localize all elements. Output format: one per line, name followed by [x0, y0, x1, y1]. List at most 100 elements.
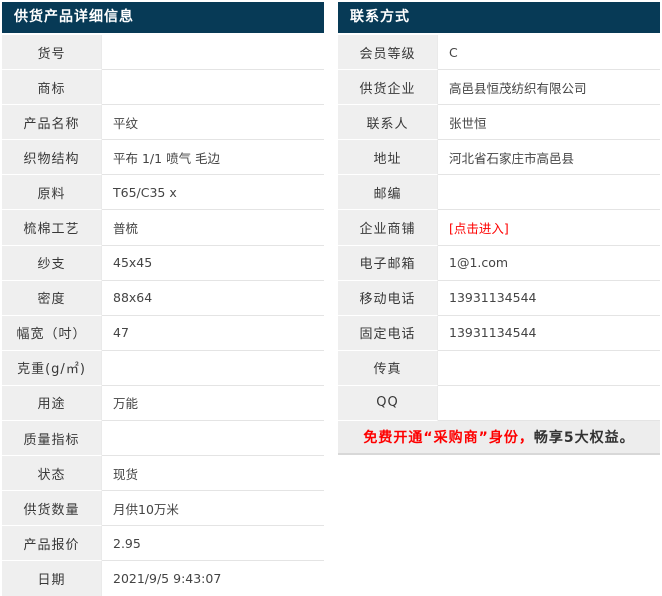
row-label: QQ	[338, 385, 438, 422]
row-value-cell	[438, 175, 660, 211]
row-label: 密度	[2, 280, 102, 316]
row-label: 供货企业	[338, 70, 438, 106]
contact-panel-title: 联系方式	[338, 2, 660, 33]
row-label: 质量指标	[2, 421, 102, 457]
table-row: 传真	[338, 350, 660, 386]
row-value-cell: 88x64	[102, 280, 324, 316]
row-value: 普梳	[113, 221, 139, 237]
row-label: 纱支	[2, 245, 102, 281]
table-row: 货号	[2, 35, 324, 71]
table-row: 梳棉工艺 普梳	[2, 210, 324, 246]
table-row: 电子邮箱 1@1.com	[338, 245, 660, 281]
table-row: 供货企业 高邑县恒茂纺织有限公司	[338, 70, 660, 106]
row-label: 地址	[338, 140, 438, 176]
row-label: 传真	[338, 350, 438, 386]
table-row: 地址 河北省石家庄市高邑县	[338, 140, 660, 176]
row-label: 原料	[2, 175, 102, 211]
table-row: 克重(g/㎡)	[2, 350, 324, 386]
row-value: 2021/9/5 9:43:07	[113, 570, 222, 586]
promo-highlight-text: 免费开通“采购商”身份，	[363, 430, 534, 447]
page: 供货产品详细信息 货号 商标 产品名称 平纹 织物结构 平布 1/1 喷气 毛边 原料 T65…	[0, 0, 662, 596]
table-row: 供货数量 月供10万米	[2, 491, 324, 527]
promo-banner[interactable]: 免费开通“采购商”身份， 畅享5大权益。	[338, 421, 660, 456]
row-value-cell	[102, 35, 324, 71]
row-value-cell	[102, 350, 324, 386]
row-label: 日期	[2, 561, 102, 596]
table-row: 幅宽（吋） 47	[2, 315, 324, 351]
row-value-cell: 平纹	[102, 105, 324, 141]
row-value-cell	[102, 421, 324, 457]
row-value-cell: C	[438, 35, 660, 71]
row-label: 产品名称	[2, 105, 102, 141]
row-value: 张世恒	[449, 115, 487, 131]
row-value: 高邑县恒茂纺织有限公司	[449, 80, 587, 96]
row-value-cell	[438, 350, 660, 386]
row-value-cell: 2.95	[102, 526, 324, 562]
row-value-cell: 河北省石家庄市高邑县	[438, 140, 660, 176]
product-panel-title: 供货产品详细信息	[2, 2, 324, 33]
row-value: 现货	[113, 466, 139, 482]
row-value-cell: 万能	[102, 385, 324, 422]
panels-container: 供货产品详细信息 货号 商标 产品名称 平纹 织物结构 平布 1/1 喷气 毛边 原料 T65…	[2, 2, 660, 596]
row-value: 1@1.com	[449, 255, 509, 271]
table-row: 织物结构 平布 1/1 喷气 毛边	[2, 140, 324, 176]
table-row: 用途 万能	[2, 385, 324, 422]
row-value-cell	[438, 385, 660, 422]
row-value: 88x64	[113, 290, 153, 306]
table-row: 企业商铺 [点击进入]	[338, 210, 660, 246]
row-label: 织物结构	[2, 140, 102, 176]
row-label: 状态	[2, 456, 102, 492]
table-row: 原料 T65/C35 x	[2, 175, 324, 211]
contact-rows: 会员等级 C 供货企业 高邑县恒茂纺织有限公司 联系人 张世恒 地址 河北省石家庄市高邑县 邮编…	[338, 35, 660, 422]
row-value: 13931134544	[449, 325, 537, 341]
row-label: 联系人	[338, 105, 438, 141]
table-row: 商标	[2, 70, 324, 106]
row-value: 平布 1/1 喷气 毛边	[113, 150, 221, 166]
row-value-cell: 47	[102, 315, 324, 351]
table-row: 固定电话 13931134544	[338, 315, 660, 351]
row-label: 企业商铺	[338, 210, 438, 246]
table-row: 状态 现货	[2, 456, 324, 492]
contact-panel: 联系方式 会员等级 C 供货企业 高邑县恒茂纺织有限公司 联系人 张世恒 地址 河北省石家庄市…	[338, 2, 660, 596]
row-value: 2.95	[113, 535, 141, 551]
row-value-cell	[102, 70, 324, 106]
product-rows: 货号 商标 产品名称 平纹 织物结构 平布 1/1 喷气 毛边 原料 T65/C35 x 梳棉工…	[2, 35, 324, 596]
row-label: 克重(g/㎡)	[2, 350, 102, 386]
table-row: 日期 2021/9/5 9:43:07	[2, 561, 324, 596]
row-value: C	[449, 44, 458, 60]
row-value: T65/C35 x	[113, 184, 177, 200]
row-value: 45x45	[113, 255, 153, 271]
row-label: 用途	[2, 385, 102, 422]
shop-enter-link[interactable]: [点击进入]	[449, 218, 509, 237]
row-value-cell: 高邑县恒茂纺织有限公司	[438, 70, 660, 106]
row-value: 万能	[113, 396, 139, 412]
row-label: 邮编	[338, 175, 438, 211]
row-label: 电子邮箱	[338, 245, 438, 281]
table-row: QQ	[338, 385, 660, 422]
row-value-cell: 2021/9/5 9:43:07	[102, 561, 324, 596]
product-detail-panel: 供货产品详细信息 货号 商标 产品名称 平纹 织物结构 平布 1/1 喷气 毛边 原料 T65…	[2, 2, 324, 596]
row-value-cell: 45x45	[102, 245, 324, 281]
row-label: 固定电话	[338, 315, 438, 351]
row-value: 河北省石家庄市高邑县	[449, 150, 575, 166]
row-value-cell: 张世恒	[438, 105, 660, 141]
row-value: 13931134544	[449, 290, 537, 306]
row-value-cell: 月供10万米	[102, 491, 324, 527]
row-label: 移动电话	[338, 280, 438, 316]
row-value-cell: 平布 1/1 喷气 毛边	[102, 140, 324, 176]
table-row: 邮编	[338, 175, 660, 211]
table-row: 密度 88x64	[2, 280, 324, 316]
table-row: 联系人 张世恒	[338, 105, 660, 141]
row-label: 商标	[2, 70, 102, 106]
table-row: 产品名称 平纹	[2, 105, 324, 141]
row-label: 供货数量	[2, 491, 102, 527]
table-row: 移动电话 13931134544	[338, 280, 660, 316]
table-row: 质量指标	[2, 421, 324, 457]
row-value: 月供10万米	[113, 501, 179, 517]
row-label: 货号	[2, 35, 102, 71]
row-label: 产品报价	[2, 526, 102, 562]
row-value-cell: 1@1.com	[438, 245, 660, 281]
row-value-cell: 现货	[102, 456, 324, 492]
row-value: 47	[113, 325, 129, 341]
row-value-cell: 13931134544	[438, 315, 660, 351]
